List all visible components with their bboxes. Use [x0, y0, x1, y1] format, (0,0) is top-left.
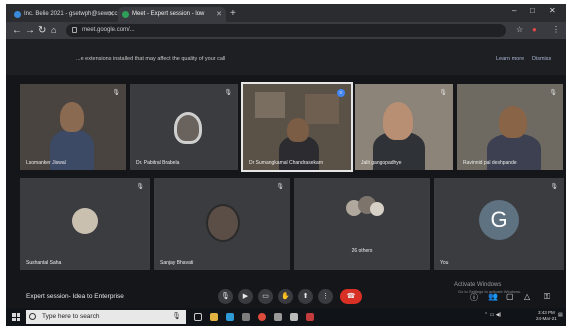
speaking-indicator-icon: ≡ — [337, 89, 345, 97]
mic-off-icon: 🎙 — [276, 184, 284, 190]
browser-menu-icon[interactable]: ⋮ — [552, 25, 560, 34]
activate-windows-watermark: Activate Windows — [454, 282, 502, 288]
maximize-button[interactable]: □ — [530, 6, 535, 15]
close-window-button[interactable]: ✕ — [549, 6, 556, 15]
forward-icon[interactable]: → — [25, 24, 35, 37]
taskbar-clock[interactable]: 3:43 PM 24-Mar-21 — [536, 310, 557, 322]
url-field[interactable]: meet.google.com/... — [66, 24, 506, 37]
microphone-icon[interactable]: 🎙 — [172, 310, 181, 324]
clock-date: 24-Mar-21 — [536, 316, 557, 321]
others-tile[interactable]: 26 others — [294, 178, 430, 270]
self-tile[interactable]: G 🎙 You — [434, 178, 564, 270]
mic-off-icon: 🎙 — [224, 90, 232, 96]
taskbar-search-box[interactable]: Type here to search 🎙 — [26, 310, 186, 324]
taskbar-app-icon[interactable] — [274, 313, 282, 321]
taskbar-app-icon[interactable] — [290, 313, 298, 321]
minimize-button[interactable]: – — [512, 6, 516, 15]
screen: Inc. Belie 2021 - gsetwph@sewncc ✕ Meet … — [6, 4, 566, 326]
extension-icon[interactable]: ● — [532, 25, 537, 34]
other-avatar — [370, 202, 384, 216]
new-tab-button[interactable]: + — [230, 7, 236, 21]
windows-taskbar: Type here to search 🎙 ⌃ ▭ ◀) 3:43 PM 24-… — [6, 308, 566, 326]
learn-more-link[interactable]: Learn more — [496, 56, 524, 62]
participant-name: Lsomanker Jiswal — [26, 160, 66, 166]
background-shelf — [305, 94, 339, 124]
activities-icon[interactable]: △ — [524, 292, 530, 301]
participant-name: You — [440, 260, 449, 266]
mic-off-icon: 🎙 — [136, 184, 144, 190]
browser-tab-2[interactable]: Meet - Expert session - low ✕ — [118, 7, 226, 22]
participant-name: Dr. Pabitral Brabela — [136, 160, 180, 166]
url-text: meet.google.com/... — [82, 27, 135, 33]
banner-text: ...e extensions installed that may affec… — [76, 56, 226, 62]
search-placeholder: Type here to search — [42, 313, 100, 320]
participant-name: Jalit gangopadhye — [361, 160, 402, 166]
search-icon — [29, 313, 36, 320]
participant-tile[interactable]: 🎙 Sushantal Saha — [20, 178, 150, 270]
participant-avatar-photo — [174, 112, 202, 144]
taskbar-app-icon[interactable] — [306, 313, 314, 321]
participant-name: Ravinnid pal deshpande — [463, 160, 517, 166]
present-button[interactable]: ⬆ — [298, 289, 313, 304]
participant-tile[interactable]: 🎙 Jalit gangopadhye — [355, 84, 453, 170]
lock-icon — [72, 27, 77, 33]
browser-tab-bar: Inc. Belie 2021 - gsetwph@sewncc ✕ Meet … — [6, 4, 566, 22]
tab-label: Meet - Expert session - low — [132, 11, 205, 17]
system-tray-icons[interactable]: ⌃ ▭ ◀) — [484, 312, 501, 318]
participant-tile[interactable]: 🎙 Ravinnid pal deshpande — [457, 84, 563, 170]
tab-favicon-icon — [14, 11, 21, 18]
mic-off-icon: 🎙 — [439, 90, 447, 96]
tab-close-icon[interactable]: ✕ — [216, 7, 222, 22]
participant-tile[interactable]: 🎙 Lsomanker Jiswal — [20, 84, 126, 170]
more-options-button[interactable]: ⋮ — [318, 289, 333, 304]
windows-start-icon[interactable] — [12, 313, 20, 321]
extension-warning-banner: ...e extensions installed that may affec… — [6, 39, 566, 75]
self-avatar: G — [479, 200, 519, 240]
participant-face — [383, 102, 413, 140]
others-count: 26 others — [351, 248, 373, 254]
participant-tile[interactable]: 🎙 Dr. Pabitral Brabela — [130, 84, 238, 170]
lock-controls-icon[interactable]: ⚿ — [544, 292, 550, 302]
participant-name: Sanjay Bhavati — [160, 260, 194, 266]
background-frame — [255, 92, 285, 118]
tab-label: Inc. Belie 2021 - gsetwph@sewncc — [24, 11, 118, 17]
store-icon[interactable] — [242, 313, 250, 321]
leave-call-button[interactable]: ☎ — [340, 289, 362, 304]
mic-off-icon: 🎙 — [112, 90, 120, 96]
participant-name: Dr Sumangkamal Chandrasekarn — [249, 160, 324, 166]
raise-hand-button[interactable]: ✋ — [278, 289, 293, 304]
address-bar: ← → ↻ ⌂ meet.google.com/... ☆ ● ⋮ — [6, 22, 566, 39]
file-explorer-icon[interactable] — [210, 313, 218, 321]
camera-toggle-button[interactable]: ▶ — [238, 289, 253, 304]
participant-tile-active-speaker[interactable]: ≡ Dr Sumangkamal Chandrasekarn — [241, 82, 353, 172]
activate-windows-subtext: Go to Settings to activate Windows. — [458, 289, 522, 294]
mic-off-icon: 🎙 — [550, 184, 558, 190]
participant-face — [287, 118, 309, 142]
dismiss-button[interactable]: Dismiss — [532, 56, 551, 62]
meet-favicon-icon — [122, 11, 129, 18]
participant-face — [60, 102, 84, 132]
bookmark-star-icon[interactable]: ☆ — [516, 25, 523, 34]
task-view-icon[interactable] — [194, 313, 202, 321]
participant-tile[interactable]: 🎙 Sanjay Bhavati — [154, 178, 290, 270]
browser-tab-1[interactable]: Inc. Belie 2021 - gsetwph@sewncc ✕ — [10, 7, 118, 22]
reload-icon[interactable]: ↻ — [38, 24, 46, 37]
notification-icon[interactable]: ▤ — [558, 312, 563, 318]
mic-toggle-button[interactable]: 🎙 — [218, 289, 233, 304]
back-icon[interactable]: ← — [12, 24, 22, 37]
home-icon[interactable]: ⌂ — [51, 24, 56, 37]
chrome-icon[interactable] — [258, 313, 266, 321]
participant-avatar-photo — [72, 208, 98, 234]
edge-icon[interactable] — [226, 313, 234, 321]
participant-face — [499, 106, 527, 138]
captions-button[interactable]: ▭ — [258, 289, 273, 304]
tab-close-icon[interactable]: ✕ — [108, 7, 114, 22]
participant-avatar-photo — [206, 204, 240, 242]
mic-off-icon: 🎙 — [549, 90, 557, 96]
participant-name: Sushantal Saha — [26, 260, 62, 266]
meeting-title: Expert session- Idea to Enterprise — [26, 293, 124, 300]
